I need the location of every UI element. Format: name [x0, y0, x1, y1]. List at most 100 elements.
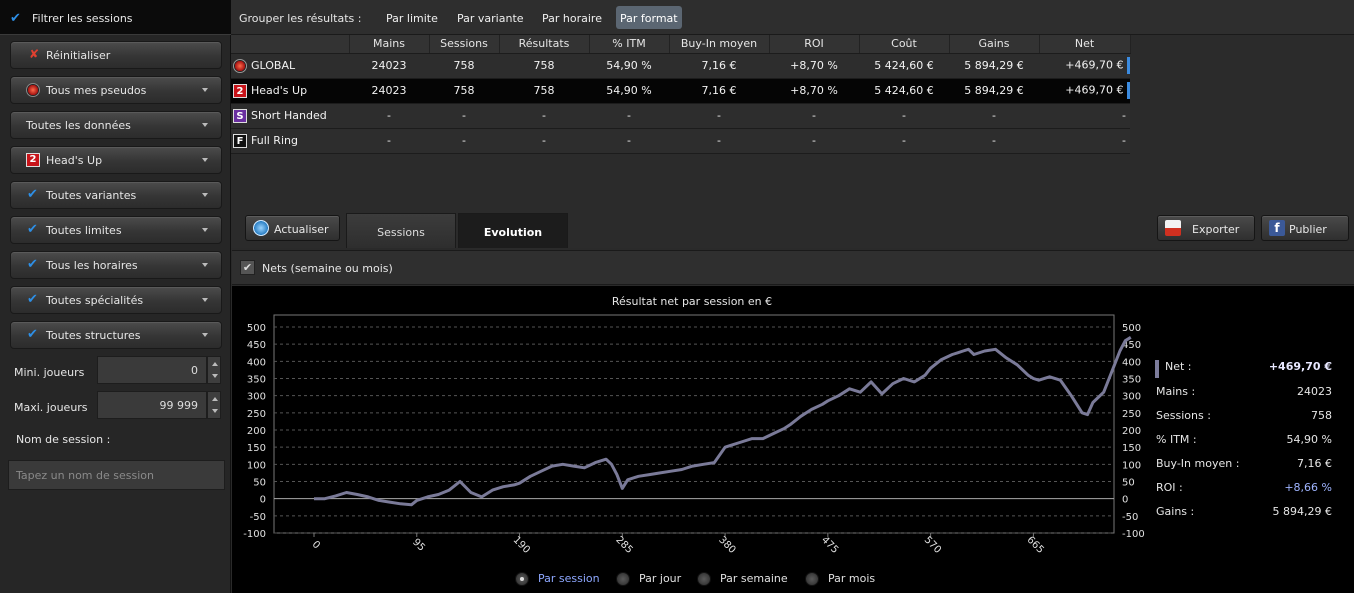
schedules-label: Tous les horaires [46, 259, 138, 272]
y-tick-label-right: 400 [1122, 357, 1141, 368]
cell-sessions: 758 [429, 53, 499, 79]
min-players-stepper[interactable] [207, 356, 221, 384]
stat-buyin: Buy-In moyen :7,16 € [1156, 457, 1332, 470]
refresh-button[interactable]: Actualiser [245, 215, 340, 241]
cell-results: - [499, 128, 589, 154]
tab-evolution[interactable]: Evolution [458, 213, 568, 248]
column-header-gains[interactable]: Gains [949, 35, 1040, 54]
max-players-stepper[interactable] [207, 391, 221, 419]
close-x-icon: ✘ [29, 47, 40, 61]
cell-sessions: 758 [429, 78, 499, 104]
y-tick-label-left: 300 [247, 392, 266, 403]
column-header-results[interactable]: Résultats [499, 35, 590, 54]
session-name-label: Nom de session : [16, 433, 111, 446]
filter-sessions-header[interactable]: ✔ Filtrer les sessions [0, 0, 231, 35]
results-table-panel: Mains Sessions Résultats % ITM Buy-In mo… [231, 35, 1354, 210]
column-header-itm[interactable]: % ITM [589, 35, 670, 54]
stat-mains: Mains :24023 [1156, 385, 1332, 398]
group-by-variant-tab[interactable]: Par variante [454, 6, 527, 29]
plot-frame [273, 314, 1115, 534]
reset-button[interactable]: ✘ Réinitialiser [10, 41, 222, 69]
cell-roi: +8,70 % [769, 53, 859, 79]
schedules-dropdown[interactable]: ✔ Tous les horaires [10, 251, 222, 279]
cell-results: - [499, 103, 589, 129]
chevron-down-icon [202, 193, 208, 197]
data-range-label: Toutes les données [26, 119, 131, 132]
table-row[interactable]: 2 Head's Up 24023 758 758 54,90 % 7,16 € … [231, 78, 1130, 104]
results-table: Mains Sessions Résultats % ITM Buy-In mo… [231, 35, 1131, 154]
specialties-dropdown[interactable]: ✔ Toutes spécialités [10, 286, 222, 314]
format-dropdown[interactable]: 2 Head's Up [10, 146, 222, 174]
table-row[interactable]: GLOBAL 24023 758 758 54,90 % 7,16 € +8,7… [231, 53, 1130, 79]
y-tick-label-left: 400 [247, 357, 266, 368]
cell-cost: - [859, 128, 949, 154]
net-series-line [314, 336, 1132, 507]
chart-title: Résultat net par session en € [612, 295, 772, 308]
x-tick-label: 570 [922, 535, 943, 556]
column-header-net[interactable]: Net [1039, 35, 1131, 54]
chevron-down-icon [202, 123, 208, 127]
stat-net: Net : +469,70 € [1148, 360, 1344, 378]
cell-net: +469,70 € [1039, 53, 1130, 79]
y-tick-label-right: -50 [1122, 512, 1138, 523]
publish-label: Publier [1289, 223, 1327, 236]
group-by-limit-tab[interactable]: Par limite [383, 6, 441, 29]
checkmark-icon: ✔ [27, 222, 38, 237]
column-header-buyin[interactable]: Buy-In moyen [669, 35, 770, 54]
row-name: S Short Handed [231, 103, 349, 129]
group-by-schedule-tab[interactable]: Par horaire [539, 6, 605, 29]
pseudos-dropdown[interactable]: Tous mes pseudos [10, 76, 222, 104]
short-handed-s-icon: S [233, 108, 247, 123]
column-header-sessions[interactable]: Sessions [429, 35, 500, 54]
cell-roi: - [769, 128, 859, 154]
table-row[interactable]: S Short Handed - - - - - - - - - [231, 103, 1130, 129]
session-name-input[interactable] [8, 460, 225, 490]
column-header-name [231, 35, 350, 54]
y-tick-label-left: -50 [250, 512, 266, 523]
poker-logo-icon [26, 83, 40, 97]
cell-gains: 5 894,29 € [949, 78, 1039, 104]
y-tick-label-right: 150 [1122, 443, 1141, 454]
tab-sessions[interactable]: Sessions [346, 213, 456, 248]
group-results-label: Grouper les résultats : [239, 12, 362, 25]
facebook-icon: f [1269, 220, 1285, 236]
limits-dropdown[interactable]: ✔ Toutes limites [10, 216, 222, 244]
cell-buyin: 7,16 € [669, 78, 769, 104]
structures-dropdown[interactable]: ✔ Toutes structures [10, 321, 222, 349]
cell-cost: - [859, 103, 949, 129]
column-header-roi[interactable]: ROI [769, 35, 860, 54]
heads-up-2-icon: 2 [26, 153, 40, 167]
chevron-down-icon [202, 298, 208, 302]
export-button[interactable]: Exporter [1157, 215, 1255, 241]
cell-cost: 5 424,60 € [859, 53, 949, 79]
cell-results: 758 [499, 78, 589, 104]
stat-roi: ROI : +8,66 % [1156, 481, 1332, 494]
cell-roi: +8,70 % [769, 78, 859, 104]
series-color-swatch [1155, 360, 1159, 378]
cell-cost: 5 424,60 € [859, 78, 949, 104]
max-players-field[interactable]: 99 999 [97, 391, 207, 419]
cell-buyin: - [669, 128, 769, 154]
min-players-label: Mini. joueurs [14, 366, 85, 379]
x-tick-label: 380 [716, 535, 737, 556]
y-tick-label-left: 50 [253, 478, 266, 489]
column-header-cost[interactable]: Coût [859, 35, 950, 54]
stat-gains: Gains :5 894,29 € [1156, 505, 1332, 518]
group-by-format-tab[interactable]: Par format [616, 6, 682, 29]
publish-button[interactable]: f Publier [1261, 215, 1349, 241]
nets-checkbox[interactable]: ✔ [240, 260, 255, 275]
cell-sessions: - [429, 103, 499, 129]
cell-net: +469,70 € [1039, 78, 1130, 104]
data-range-dropdown[interactable]: Toutes les données [10, 111, 222, 139]
y-tick-label-left: 250 [247, 409, 266, 420]
column-header-mains[interactable]: Mains [349, 35, 430, 54]
stat-sessions: Sessions :758 [1156, 409, 1332, 422]
min-players-field[interactable]: 0 [97, 356, 207, 384]
variants-dropdown[interactable]: ✔ Toutes variantes [10, 181, 222, 209]
table-row[interactable]: F Full Ring - - - - - - - - - [231, 128, 1130, 154]
nets-options-bar: ✔ Nets (semaine ou mois) [232, 250, 1354, 285]
cell-roi: - [769, 103, 859, 129]
cell-itm: - [589, 103, 669, 129]
x-tick-label: 0 [310, 539, 322, 551]
checkmark-icon: ✔ [10, 11, 21, 26]
